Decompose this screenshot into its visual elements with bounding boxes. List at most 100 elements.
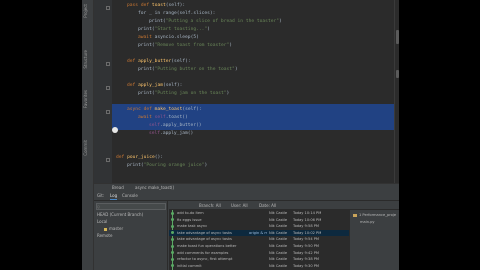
fold-marker-icon[interactable] — [106, 158, 110, 162]
filter-branch[interactable]: Branch: All — [199, 203, 221, 208]
code-token: asyncio.sleep(5) — [154, 35, 199, 40]
commit-author: Nik Castle — [269, 257, 288, 262]
tool-tab-project[interactable]: Project — [83, 4, 93, 18]
tool-tab-commit[interactable]: Commit — [83, 140, 93, 156]
code-token: toast — [151, 3, 166, 8]
commit-author: Nik Castle — [269, 237, 288, 242]
code-token: ) — [234, 67, 238, 72]
intention-bulb-icon[interactable] — [112, 127, 118, 133]
commit-node-icon — [171, 211, 174, 215]
commit-node-icon — [171, 218, 174, 222]
code-line[interactable]: async def make_toast(self): — [127, 106, 202, 114]
branch-group-local[interactable]: Local — [97, 219, 107, 225]
commit-date: Today 9:30 PM — [293, 263, 320, 268]
commit-author: Nik Castle — [269, 244, 288, 248]
code-line[interactable]: print("Putting a slice of bread in the t… — [149, 18, 282, 26]
code-line[interactable]: await asyncio.sleep(5) — [138, 34, 199, 42]
commit-details: 1 Performance_proje main.py — [349, 210, 399, 270]
code-token: self — [149, 131, 161, 136]
tab-git[interactable]: Git: — [97, 193, 104, 199]
filter-date[interactable]: Date: All — [259, 203, 276, 208]
commit-row[interactable]: make task async Nik Castle Today 9:58 PM — [169, 223, 349, 230]
code-token: def — [127, 59, 139, 64]
commit-message: add to-do item — [177, 211, 204, 215]
commit-author: Nik Castle — [269, 250, 288, 255]
code-line[interactable]: self.apply_jam() — [149, 130, 193, 138]
branch-master[interactable]: master — [104, 226, 123, 232]
panel-tabs: Git: Log Console — [94, 191, 399, 201]
commit-row[interactable]: take advantage of async tasks Nik Castle T… — [169, 236, 349, 243]
code-token: .toast() — [165, 115, 188, 120]
code-line[interactable]: def pour_juice(): — [116, 154, 163, 162]
commit-row[interactable]: fix eggs issue Nik Castle Today 10:06 PM — [169, 217, 349, 224]
code-line[interactable]: pass def toast(self): — [127, 2, 185, 10]
breadcrumb-class[interactable]: Bread — [112, 185, 124, 190]
commit-date: Today 9:38 PM — [293, 257, 320, 262]
details-root[interactable]: 1 Performance_proje — [353, 212, 396, 218]
code-token: self — [149, 123, 161, 128]
commit-row[interactable]: make toast fun operations better Nik Cast… — [169, 243, 349, 250]
branch-search-box[interactable] — [96, 203, 166, 210]
fold-marker-icon[interactable] — [106, 6, 110, 10]
commit-branch-label: origin & master — [249, 230, 267, 235]
code-token: "Putting a slice of bread in the toaster… — [165, 19, 280, 24]
tab-log[interactable]: Log — [110, 193, 118, 200]
fold-marker-icon[interactable] — [106, 62, 110, 66]
commit-log: add to-do item Nik Castle Today 10:14 PM fi… — [169, 210, 349, 270]
code-line[interactable]: print("Pouring orange juice") — [127, 162, 207, 170]
commit-author: Nik Castle — [269, 263, 288, 268]
code-line[interactable]: print("Putting jam on the toast") — [138, 90, 229, 98]
code-line[interactable]: for _ in range(self.slices): — [138, 10, 215, 18]
tool-tab-structure[interactable]: Structure — [83, 50, 93, 69]
code-token: ) — [279, 19, 282, 24]
code-token: async def — [127, 107, 155, 112]
commit-date: Today 9:54 PM — [293, 237, 320, 242]
code-line[interactable]: def apply_butter(self): — [127, 58, 191, 66]
code-token: pass — [127, 3, 139, 8]
code-token: "Pouring orange juice" — [143, 163, 205, 168]
commit-date: Today 10:14 PM — [293, 211, 322, 215]
commit-row[interactable]: add comments for examples Nik Castle Today… — [169, 250, 349, 257]
branch-search-input[interactable] — [97, 204, 165, 210]
code-token: "Start toasting..." — [154, 27, 208, 32]
code-token: ) — [204, 163, 208, 168]
code-line[interactable]: self.apply_butter() — [149, 122, 202, 130]
commit-row[interactable]: initial commit Nik Castle Today 9:30 PM — [169, 263, 349, 270]
code-token: (self): — [182, 107, 202, 112]
code-token: (): — [154, 155, 164, 160]
commit-date: Today 9:42 PM — [293, 250, 320, 255]
breadcrumb-method[interactable]: async make_toast() — [135, 185, 174, 190]
code-token: make_toast — [154, 107, 183, 112]
scrollbar-thumb[interactable] — [396, 30, 399, 44]
fold-marker-icon[interactable] — [106, 86, 110, 90]
code-line[interactable]: await self.toast() — [138, 114, 188, 122]
code-token: print( — [138, 27, 155, 32]
breadcrumb: Bread async make_toast() — [94, 183, 399, 191]
details-file[interactable]: main.py — [360, 219, 375, 225]
commit-node-icon — [171, 251, 174, 255]
commit-row[interactable]: refactor to async, first attempt Nik Cast… — [169, 256, 349, 263]
editor-scrollbar[interactable] — [394, 0, 399, 183]
commit-message: refactor to async, first attempt — [177, 257, 233, 262]
commit-node-icon — [171, 224, 174, 228]
code-line[interactable]: def apply_jam(self): — [127, 82, 182, 90]
fold-marker-icon[interactable] — [106, 110, 110, 114]
tab-console[interactable]: Console — [122, 193, 138, 199]
commit-message: add comments for examples — [177, 250, 229, 255]
code-editor[interactable]: pass def toast(self): for _ in range(self… — [112, 0, 394, 183]
editor-gutter[interactable] — [94, 0, 112, 183]
branch-group-remote[interactable]: Remote — [97, 233, 112, 239]
code-token: print( — [149, 19, 166, 24]
code-line[interactable]: print("Remove toast from toaster") — [138, 42, 232, 50]
filter-user[interactable]: User: All — [231, 203, 248, 208]
code-token: ) — [207, 27, 210, 32]
commit-message: initial commit — [177, 263, 202, 268]
branch-head[interactable]: HEAD (Current Branch) — [97, 212, 143, 218]
code-token: "Putting jam on the toast" — [154, 91, 227, 96]
commit-row[interactable]: add to-do item Nik Castle Today 10:14 PM — [169, 210, 349, 217]
tool-tab-favorites[interactable]: Favorites — [83, 90, 93, 108]
code-line[interactable]: print("Putting butter on the toast") — [138, 66, 238, 74]
scrollbar-marker — [396, 70, 399, 78]
code-line[interactable]: print("Start toasting...") — [138, 26, 210, 34]
commit-row[interactable]: take advantage of async tasks origin & ma… — [169, 229, 349, 237]
